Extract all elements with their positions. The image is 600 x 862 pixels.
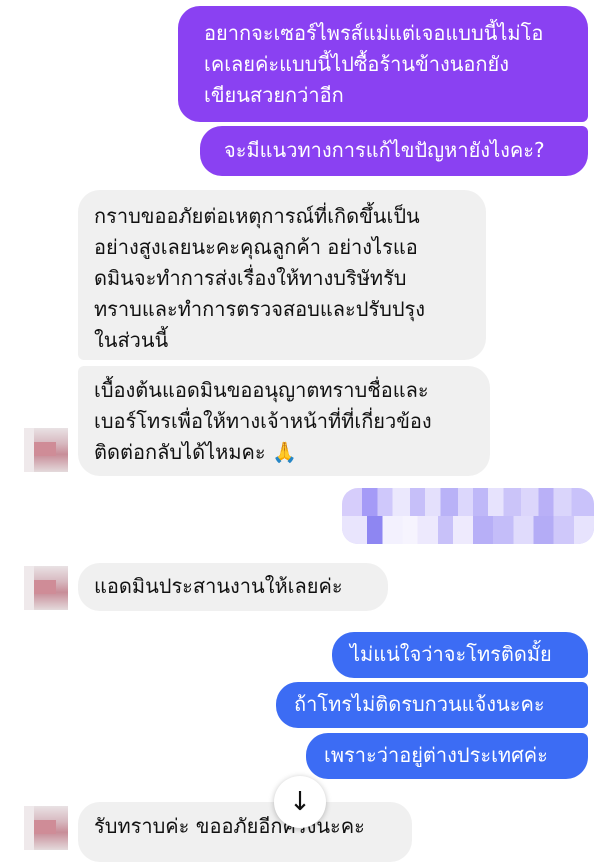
outgoing-message[interactable]: ถ้าโทรไม่ติดรบกวนแจ้งนะคะ: [276, 682, 588, 728]
outgoing-message[interactable]: อยากจะเซอร์ไพรส์แม่แต่เจอแบบนี้ไม่โอ เคเ…: [178, 6, 588, 122]
outgoing-message[interactable]: ไม่แน่ใจว่าจะโทรติดมั้ย: [332, 632, 588, 678]
avatar[interactable]: [24, 566, 68, 610]
avatar[interactable]: [24, 428, 68, 472]
incoming-message[interactable]: แอดมินประสานงานให้เลยค่ะ: [78, 563, 388, 611]
incoming-message[interactable]: รับทราบค่ะ ขออภัยอีกครั้งนะคะ: [78, 802, 412, 862]
scroll-down-button[interactable]: ↓: [274, 776, 326, 828]
incoming-message[interactable]: เบื้องต้นแอดมินขออนุญาตทราบชื่อและ เบอร์…: [78, 366, 490, 476]
outgoing-message-redacted[interactable]: [342, 488, 594, 544]
outgoing-message[interactable]: เพราะว่าอยู่ต่างประเทศค่ะ: [306, 733, 588, 779]
incoming-message[interactable]: กราบขออภัยต่อเหตุการณ์ที่เกิดขึ้นเป็น อย…: [78, 190, 486, 360]
arrow-down-icon: ↓: [289, 787, 311, 817]
outgoing-message[interactable]: จะมีแนวทางการแก้ไขปัญหายังไงคะ?: [200, 126, 588, 176]
avatar[interactable]: [24, 806, 68, 850]
